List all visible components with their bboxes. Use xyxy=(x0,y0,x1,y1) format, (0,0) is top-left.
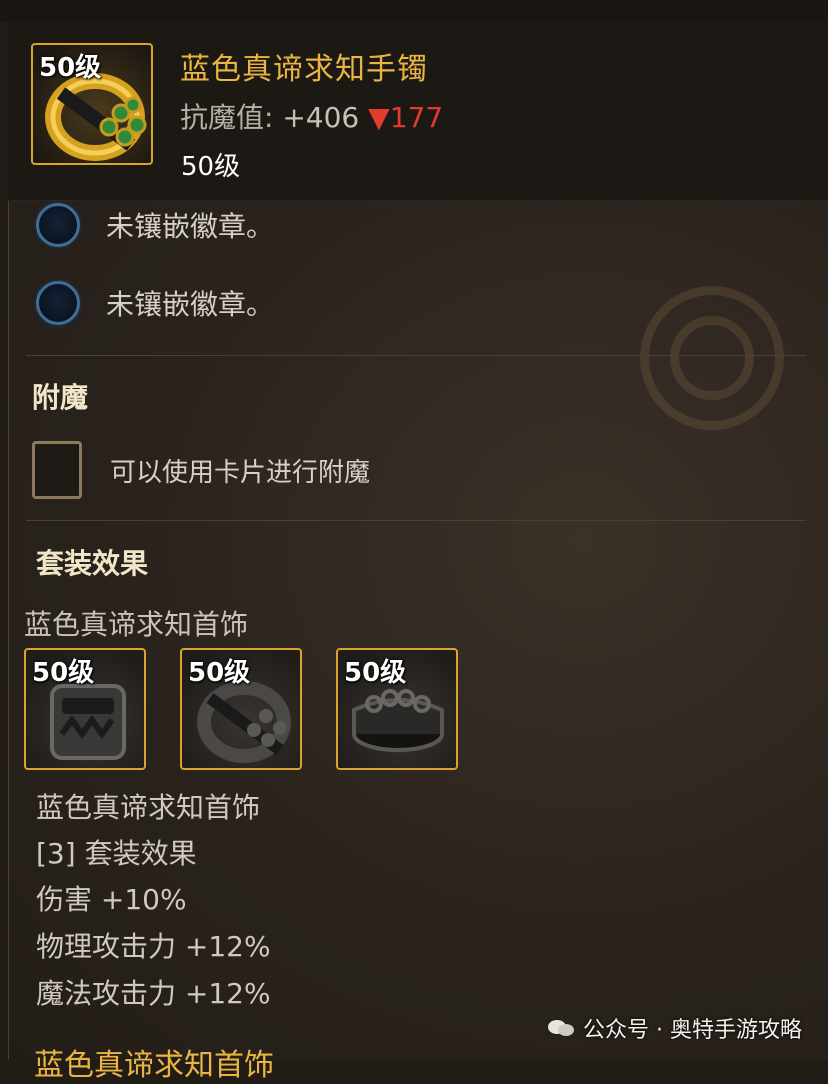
item-level-badge: 50级 xyxy=(39,53,102,83)
set-effect-line: [3] 套装效果 xyxy=(36,837,197,870)
stat-value: +406 xyxy=(282,101,360,134)
top-bar xyxy=(0,0,828,22)
stat-line: 抗魔值: +406 ▼177 xyxy=(180,96,443,136)
bottom-cut-text: 蓝色真谛求知首饰 xyxy=(34,1048,274,1083)
watermark: 公众号 · 奥特手游攻略 xyxy=(547,1012,802,1044)
set-item-level-badge: 50级 xyxy=(188,658,251,688)
socket-row-1[interactable]: 未镶嵌徽章。 xyxy=(36,200,274,250)
set-item-slot-ring[interactable]: 50级 xyxy=(336,648,458,770)
stat-label: 抗魔值: xyxy=(180,101,274,134)
set-item-level-badge: 50级 xyxy=(32,658,95,688)
background-emblem-icon xyxy=(640,286,784,430)
socket-text: 未镶嵌徽章。 xyxy=(106,288,275,321)
divider xyxy=(26,355,806,356)
wechat-icon xyxy=(548,1020,575,1036)
set-item-slot-bracelet[interactable]: 50级 xyxy=(180,648,302,770)
item-icon-slot[interactable]: 50级 xyxy=(31,43,153,165)
socket-row-2[interactable]: 未镶嵌徽章。 xyxy=(36,278,274,328)
set-name: 蓝色真谛求知首饰 xyxy=(24,608,249,641)
set-effect-line: 伤害 +10% xyxy=(36,883,187,916)
divider xyxy=(26,520,806,521)
empty-socket-icon[interactable] xyxy=(36,203,80,247)
enchant-card-slot[interactable] xyxy=(32,441,82,499)
item-level-text: 50级 xyxy=(181,152,241,182)
set-effect-line: 物理攻击力 +12% xyxy=(36,930,271,963)
item-name: 蓝色真谛求知手镯 xyxy=(180,52,428,87)
set-item-level-badge: 50级 xyxy=(344,658,407,688)
set-effect-line: 魔法攻击力 +12% xyxy=(36,977,271,1010)
empty-socket-icon[interactable] xyxy=(36,281,80,325)
socket-text: 未镶嵌徽章。 xyxy=(106,210,275,243)
set-effect-line: 蓝色真谛求知首饰 xyxy=(36,791,261,824)
stat-diff: ▼177 xyxy=(368,101,444,134)
watermark-text: 公众号 · 奥特手游攻略 xyxy=(583,1018,802,1043)
set-item-slot-necklace[interactable]: 50级 xyxy=(24,648,146,770)
set-bonus-title: 套装效果 xyxy=(36,547,149,580)
enchant-slot-text: 可以使用卡片进行附魔 xyxy=(110,458,371,488)
enchant-title: 附魔 xyxy=(32,381,89,414)
